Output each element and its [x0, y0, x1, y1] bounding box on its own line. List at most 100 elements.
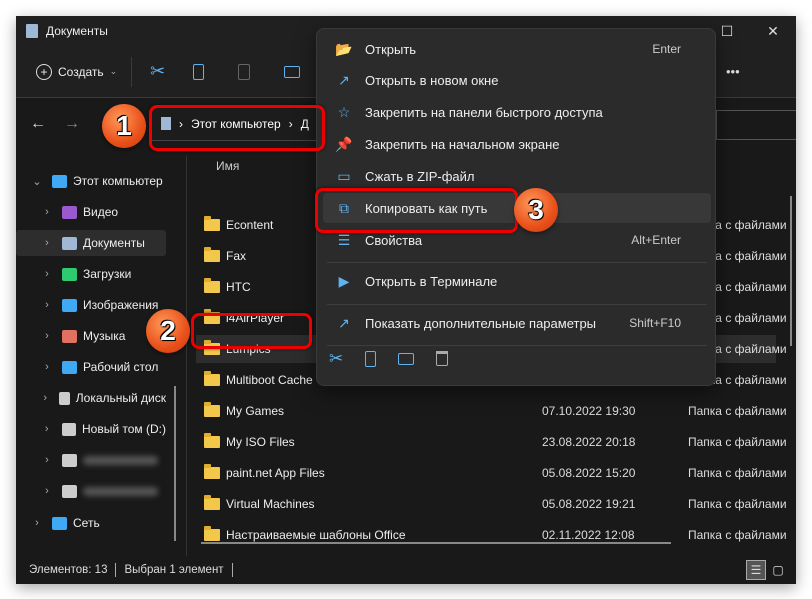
search-input[interactable]	[716, 110, 796, 140]
menu-item-label: Открыть	[365, 41, 417, 57]
highlight-lumpics	[191, 313, 312, 349]
menu-item[interactable]: ↗ Показать дополнительные параметры Shif…	[323, 308, 711, 338]
folder-icon	[204, 278, 220, 293]
desktop-icon	[62, 360, 77, 374]
menu-item[interactable]: ☆ Закрепить на панели быстрого доступа	[323, 97, 711, 127]
chevron-right-icon[interactable]: ›	[40, 454, 54, 466]
menu-item[interactable]: 📂 Открыть Enter	[323, 34, 711, 64]
forward-icon[interactable]: →	[64, 115, 80, 133]
sidebar-item[interactable]: › Загрузки	[16, 261, 166, 287]
cut-icon[interactable]: ✂	[329, 349, 343, 369]
file-type: Папка с файлами	[688, 404, 787, 418]
chevron-right-icon[interactable]: ›	[40, 237, 54, 249]
file-name: Econtent	[226, 218, 274, 232]
tiles-view-icon[interactable]: ▢	[768, 560, 788, 580]
download-icon	[62, 267, 77, 281]
chevron-right-icon[interactable]: ›	[40, 299, 54, 311]
sidebar-scrollbar[interactable]	[174, 386, 176, 541]
sidebar-item-label: Этот компьютер	[73, 174, 163, 188]
chevron-right-icon[interactable]: ›	[40, 268, 54, 280]
file-name: Virtual Machines	[226, 497, 315, 511]
star-icon: ☆	[337, 103, 351, 120]
file-row[interactable]: My ISO Files 23.08.2022 20:18 Папка с фа…	[196, 428, 787, 456]
sidebar-item-label: Новый том (D:)	[82, 422, 166, 436]
details-view-icon[interactable]: ☰	[746, 560, 766, 580]
highlight-address-bar	[149, 105, 325, 151]
cut-icon[interactable]: ✂	[150, 61, 165, 82]
sidebar-item[interactable]: › Рабочий стол	[16, 354, 166, 380]
menu-item[interactable]: 📌 Закрепить на начальном экране	[323, 129, 711, 159]
sidebar-item[interactable]: › Документы	[16, 230, 166, 256]
item-count: Элементов: 13	[29, 564, 108, 576]
file-name: paint.net App Files	[226, 466, 325, 480]
folder-icon	[204, 216, 220, 231]
sidebar-item[interactable]: › Видео	[16, 199, 166, 225]
status-bar: Элементов: 13 Выбран 1 элемент ☰ ▢	[16, 556, 796, 584]
file-row[interactable]: Virtual Machines 05.08.2022 19:21 Папка …	[196, 490, 787, 518]
column-header-name[interactable]: Имя	[216, 159, 239, 173]
file-type: Папка с файлами	[688, 466, 787, 480]
more-options-icon: ↗	[338, 314, 350, 331]
folder-open-icon: 📂	[335, 40, 353, 57]
rename-icon[interactable]	[284, 65, 301, 78]
chevron-right-icon[interactable]: ›	[40, 206, 54, 218]
sidebar-item[interactable]: › Музыка	[16, 323, 166, 349]
sidebar-item[interactable]: ⌄ Этот компьютер	[16, 168, 166, 194]
menu-item[interactable]: ↗ Открыть в новом окне	[323, 65, 711, 95]
menu-item-label: Показать дополнительные параметры	[365, 315, 597, 331]
sidebar-item[interactable]: › Сеть	[16, 510, 166, 536]
close-button[interactable]: ✕	[750, 16, 796, 46]
computer-icon	[52, 174, 67, 188]
chevron-right-icon[interactable]: ›	[40, 361, 54, 373]
drive-icon	[62, 453, 77, 467]
copy-icon[interactable]	[365, 351, 377, 367]
file-type: Папка с файлами	[688, 435, 787, 449]
chevron-right-icon[interactable]: ›	[40, 485, 54, 497]
create-button[interactable]: + Создать ⌄	[36, 63, 117, 80]
rename-icon[interactable]	[398, 353, 415, 365]
sidebar-item-label: Музыка	[83, 329, 126, 343]
sidebar-item[interactable]: ›	[16, 478, 166, 504]
sidebar-item[interactable]: ›	[16, 447, 166, 473]
file-date: 07.10.2022 19:30	[542, 404, 636, 418]
file-row[interactable]: paint.net App Files 05.08.2022 15:20 Пап…	[196, 459, 787, 487]
folder-icon	[204, 495, 220, 510]
more-button[interactable]: •••	[726, 64, 740, 79]
sidebar-item[interactable]: › Изображения	[16, 292, 166, 318]
chevron-right-icon[interactable]: ›	[30, 517, 44, 529]
chevron-right-icon[interactable]: ›	[40, 330, 54, 342]
menu-item-label: Закрепить на панели быстрого доступа	[365, 104, 603, 120]
network-icon	[52, 516, 67, 530]
horizontal-scrollbar[interactable]	[201, 542, 671, 544]
menu-item[interactable]: ▭ Сжать в ZIP-файл	[323, 161, 711, 191]
menu-separator	[327, 304, 707, 305]
zip-icon: ▭	[337, 167, 351, 184]
sidebar-item-label: Видео	[83, 205, 119, 219]
redacted-label	[83, 486, 158, 496]
sidebar-item[interactable]: › Новый том (D:)	[16, 416, 166, 442]
chevron-right-icon[interactable]: ›	[40, 423, 54, 435]
folder-icon	[204, 371, 220, 386]
status-divider	[231, 563, 233, 577]
selection-count: Выбран 1 элемент	[124, 564, 224, 576]
copy-icon[interactable]	[193, 63, 205, 80]
create-label: Создать	[58, 64, 104, 79]
highlight-copy-as-path	[315, 188, 518, 233]
file-name: HTC	[226, 280, 251, 294]
plus-circle-icon: +	[36, 63, 52, 80]
paste-icon[interactable]	[238, 63, 251, 80]
menu-item[interactable]: ▶ Открыть в Терминале	[323, 266, 711, 296]
chevron-down-icon[interactable]: ⌄	[30, 175, 44, 188]
pane-divider[interactable]	[186, 156, 187, 556]
file-row[interactable]: Настраиваемые шаблоны Office 02.11.2022 …	[196, 521, 787, 544]
toolbar-divider	[131, 56, 133, 87]
sidebar-item[interactable]: › Локальный диск	[16, 385, 166, 411]
back-icon[interactable]: ←	[30, 115, 46, 133]
folder-icon	[204, 247, 220, 262]
file-row[interactable]: My Games 07.10.2022 19:30 Папка с файлам…	[196, 397, 787, 425]
folder-icon	[204, 433, 220, 448]
step-badge-2: 2	[146, 309, 190, 353]
delete-icon[interactable]	[436, 351, 449, 366]
vertical-scrollbar[interactable]	[790, 196, 792, 346]
chevron-right-icon[interactable]: ›	[40, 392, 51, 404]
